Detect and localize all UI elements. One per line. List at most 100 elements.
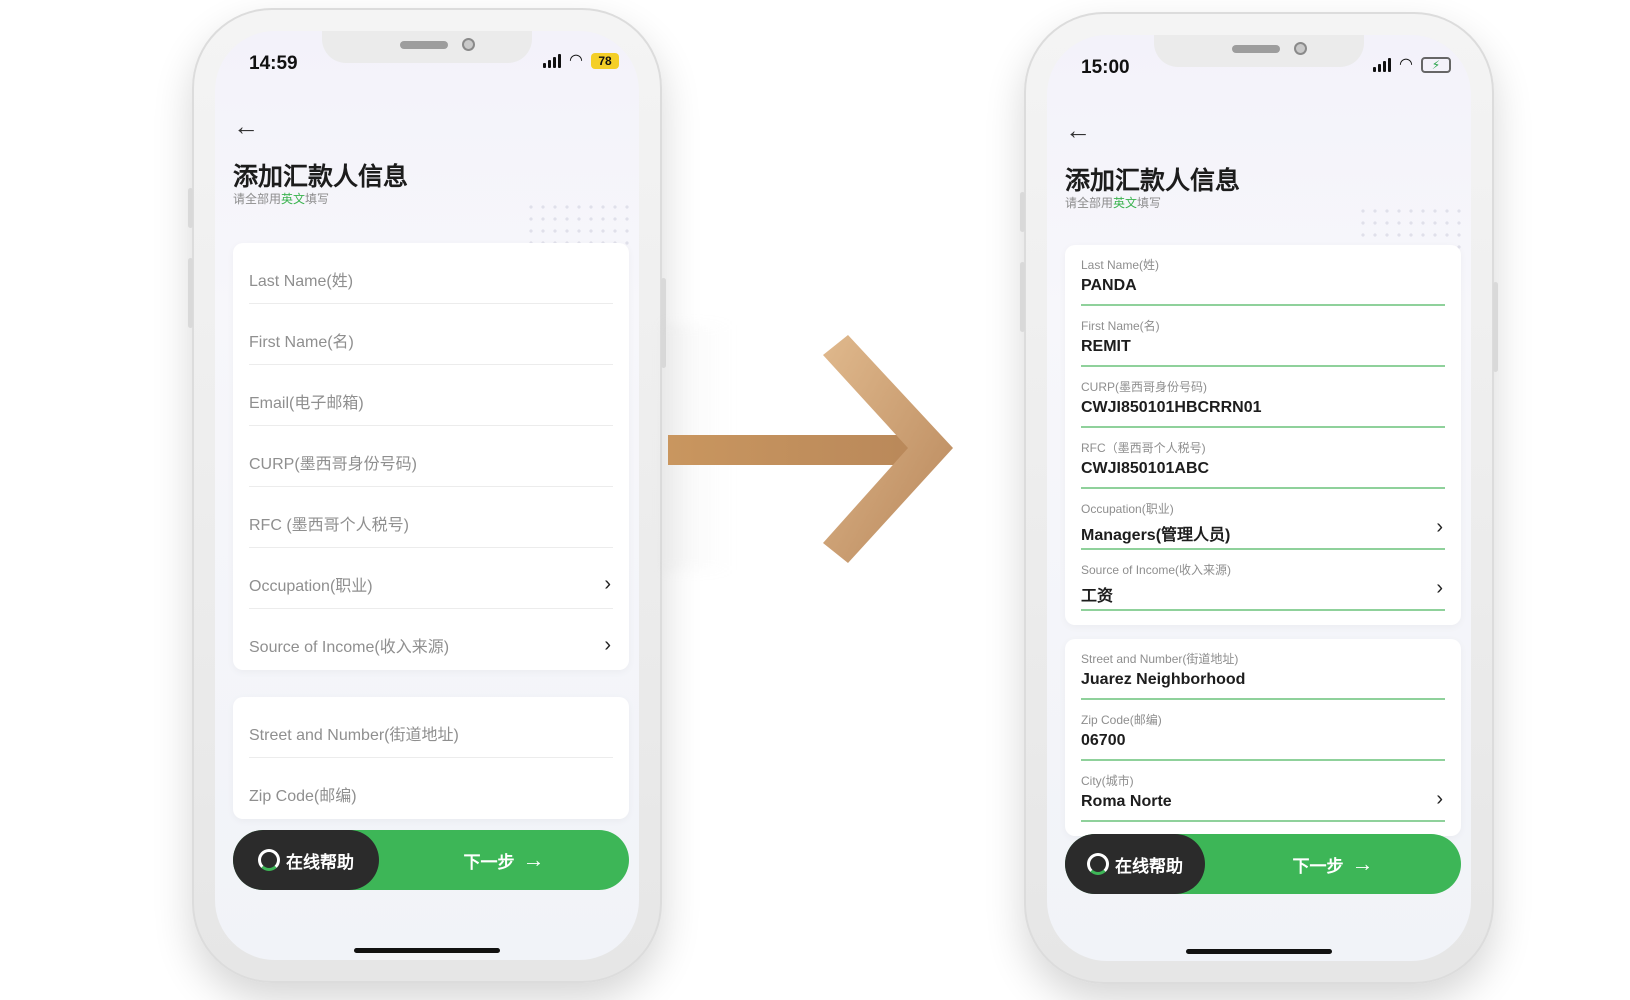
camera (462, 38, 475, 51)
subtitle-text: 填写 (1137, 196, 1162, 210)
phone-before: 14:59 ◠ 78 ← 添加汇款人信息 请全部用英文填写 Last Name(… (188, 8, 666, 983)
field-placeholder: Email(电子邮箱) (249, 395, 364, 412)
occupation-select[interactable]: Occupation(职业) › (249, 548, 613, 609)
field-value: Juarez Neighborhood (1081, 671, 1246, 688)
field-placeholder: CURP(墨西哥身份号码) (249, 456, 417, 473)
notch (1154, 35, 1364, 67)
screen: 15:00 ◠ ⚡ ← 添加汇款人信息 请全部用英文填写 Last Name(姓… (1047, 35, 1471, 961)
field-label: Last Name(姓) (1081, 258, 1160, 272)
side-button (1020, 192, 1025, 232)
city-select[interactable]: City(城市) Roma Norte › (1081, 761, 1445, 822)
arrow-right-icon: → (522, 847, 545, 872)
subtitle-text: 填写 (305, 192, 330, 206)
home-indicator (354, 948, 500, 953)
rfc-field[interactable]: RFC（墨西哥个人税号) CWJI850101ABC (1081, 428, 1445, 489)
street-field[interactable]: Street and Number(街道地址) (249, 697, 613, 758)
field-placeholder: RFC (墨西哥个人税号) (249, 517, 409, 534)
field-placeholder: Last Name(姓) (249, 273, 354, 290)
income-source-select[interactable]: Source of Income(收入来源) 工资 › (1081, 550, 1445, 611)
side-button (188, 258, 193, 328)
back-arrow-icon[interactable]: ← (233, 111, 259, 142)
personal-info-card: Last Name(姓) First Name(名) Email(电子邮箱) C… (233, 243, 629, 670)
status-icons: ◠ 78 (543, 53, 619, 69)
field-value: 工资 (1081, 588, 1114, 605)
online-help-button[interactable]: 在线帮助 (1065, 834, 1205, 894)
subtitle-text: 请全部用 (1065, 196, 1114, 210)
next-label: 下一步 (1292, 856, 1344, 876)
comparison-stage: 14:59 ◠ 78 ← 添加汇款人信息 请全部用英文填写 Last Name(… (0, 0, 1630, 1000)
street-field[interactable]: Street and Number(街道地址) Juarez Neighborho… (1081, 639, 1445, 700)
field-value: PANDA (1081, 277, 1137, 294)
notch (322, 31, 532, 63)
help-label: 在线帮助 (1115, 856, 1183, 876)
battery-charging-icon: ⚡ (1421, 57, 1451, 73)
subtitle-text: 请全部用 (233, 192, 282, 206)
side-button (1020, 262, 1025, 332)
status-time: 15:00 (1081, 57, 1130, 78)
field-value: Roma Norte (1081, 793, 1172, 810)
chevron-right-icon: › (604, 634, 611, 656)
back-arrow-icon[interactable]: ← (1065, 115, 1091, 146)
chevron-right-icon: › (1436, 577, 1443, 599)
field-label: CURP(墨西哥身份号码) (1081, 380, 1207, 394)
field-label: Street and Number(街道地址) (1081, 652, 1239, 666)
phone-after: 15:00 ◠ ⚡ ← 添加汇款人信息 请全部用英文填写 Last Name(姓… (1020, 12, 1498, 984)
bottom-action-bar: 在线帮助 下一步 → (1065, 834, 1461, 894)
battery-icon: 78 (591, 53, 619, 69)
personal-info-card: Last Name(姓) PANDA First Name(名) REMIT CUR… (1065, 245, 1461, 625)
last-name-field[interactable]: Last Name(姓) PANDA (1081, 245, 1445, 306)
signal-icon (1373, 58, 1392, 72)
camera (1294, 42, 1307, 55)
address-card: Street and Number(街道地址) Juarez Neighborho… (1065, 639, 1461, 836)
field-label: City(城市) (1081, 774, 1134, 788)
subtitle-accent: 英文 (281, 192, 306, 206)
field-placeholder: Occupation(职业) (249, 578, 373, 595)
chevron-right-icon: › (1436, 788, 1443, 810)
page-title: 添加汇款人信息 (233, 163, 409, 191)
zip-code-field[interactable]: Zip Code(邮编) (249, 758, 613, 819)
first-name-field[interactable]: First Name(名) (249, 304, 613, 365)
subtitle-accent: 英文 (1113, 196, 1138, 210)
chevron-right-icon: › (604, 573, 611, 595)
curp-field[interactable]: CURP(墨西哥身份号码) (249, 426, 613, 487)
first-name-field[interactable]: First Name(名) REMIT (1081, 306, 1445, 367)
field-label: Source of Income(收入来源) (1081, 563, 1232, 577)
page-subtitle: 请全部用英文填写 (233, 190, 329, 207)
zip-code-field[interactable]: Zip Code(邮编) 06700 (1081, 700, 1445, 761)
next-label: 下一步 (463, 852, 515, 872)
page-subtitle: 请全部用英文填写 (1065, 194, 1161, 211)
field-placeholder: Source of Income(收入来源) (249, 639, 450, 656)
next-step-button[interactable]: 下一步 → (1205, 851, 1461, 877)
arrow-right-icon: → (1351, 851, 1374, 876)
help-label: 在线帮助 (286, 852, 354, 872)
speaker (1232, 45, 1280, 53)
page-title: 添加汇款人信息 (1065, 167, 1241, 195)
field-label: RFC（墨西哥个人税号) (1081, 441, 1206, 455)
field-label: Occupation(职业) (1081, 502, 1174, 516)
field-placeholder: Zip Code(邮编) (249, 788, 357, 805)
online-help-button[interactable]: 在线帮助 (233, 830, 379, 890)
field-label: Zip Code(邮编) (1081, 713, 1162, 727)
last-name-field[interactable]: Last Name(姓) (249, 243, 613, 304)
side-button (188, 188, 193, 228)
speaker (400, 41, 448, 49)
curp-field[interactable]: CURP(墨西哥身份号码) CWJI850101HBCRRN01 (1081, 367, 1445, 428)
wifi-icon: ◠ (569, 52, 583, 69)
screen: 14:59 ◠ 78 ← 添加汇款人信息 请全部用英文填写 Last Name(… (215, 31, 639, 960)
side-button (1493, 282, 1498, 372)
field-placeholder: Street and Number(街道地址) (249, 727, 459, 744)
bottom-action-bar: 在线帮助 下一步 → (233, 830, 629, 890)
field-value: CWJI850101ABC (1081, 460, 1210, 477)
field-value: Managers(管理人员) (1081, 527, 1231, 544)
email-field[interactable]: Email(电子邮箱) (249, 365, 613, 426)
address-card: Street and Number(街道地址) Zip Code(邮编) (233, 697, 629, 819)
occupation-select[interactable]: Occupation(职业) Managers(管理人员) › (1081, 489, 1445, 550)
wifi-icon: ◠ (1399, 56, 1413, 73)
income-source-select[interactable]: Source of Income(收入来源) › (249, 609, 613, 670)
rfc-field[interactable]: RFC (墨西哥个人税号) (249, 487, 613, 548)
next-step-button[interactable]: 下一步 → (379, 847, 629, 873)
transition-arrow-icon (668, 335, 953, 563)
headset-icon (1087, 853, 1109, 875)
field-value: 06700 (1081, 732, 1126, 749)
chevron-right-icon: › (1436, 516, 1443, 538)
